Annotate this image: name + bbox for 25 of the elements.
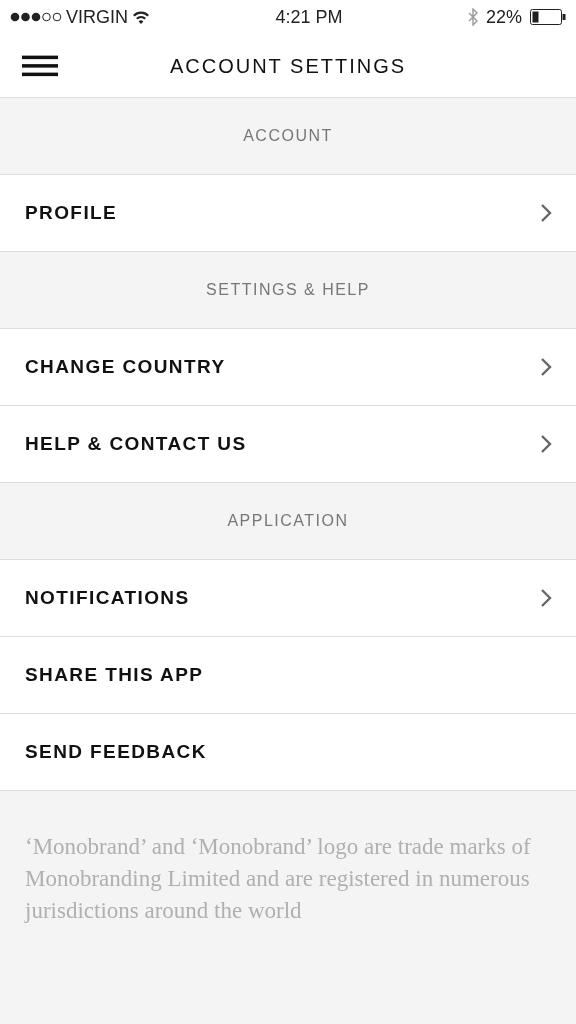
row-label: HELP & CONTACT US [25,431,247,456]
section-header: SETTINGS & HELP [206,280,370,300]
battery-percent: 22% [485,5,522,29]
row-label: SHARE THIS APP [25,662,204,687]
wifi-icon [132,10,150,24]
row-label: NOTIFICATIONS [25,585,190,610]
row-label: PROFILE [25,200,118,225]
settings-row[interactable]: CHANGE COUNTRY [0,329,576,406]
row-label: SEND FEEDBACK [25,739,207,764]
settings-row[interactable]: HELP & CONTACT US [0,406,576,483]
settings-row[interactable]: SEND FEEDBACK [0,714,576,791]
settings-row[interactable]: SHARE THIS APP [0,637,576,714]
clock: 4:21 PM [275,6,343,27]
section-header: APPLICATION [227,511,349,531]
section-header: ACCOUNT [243,126,333,146]
row-label: CHANGE COUNTRY [25,354,226,379]
carrier-name: VIRGIN [66,5,128,29]
bluetooth-icon [467,8,478,26]
trademark-notice: ‘Monobrand’ and ‘Monobrand’ logo are trade marks of Monobranding Limited and are registered in numerous jurisdictions around the world [25,833,532,925]
page-title: ACCOUNT SETTINGS [169,53,407,79]
battery-icon [530,9,566,25]
settings-row[interactable]: PROFILE [0,175,576,252]
menu-button[interactable] [22,53,58,78]
settings-row[interactable]: NOTIFICATIONS [0,560,576,637]
signal-icon [10,12,62,22]
